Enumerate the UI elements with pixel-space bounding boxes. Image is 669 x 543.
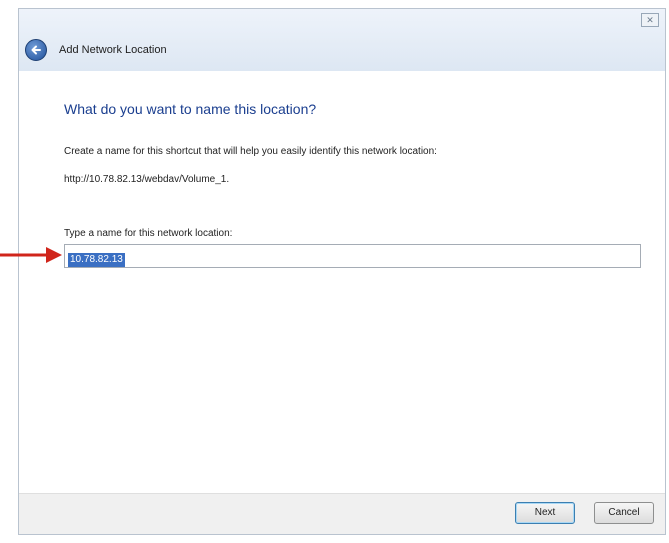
next-button[interactable]: Next [515, 502, 575, 524]
wizard-title: Add Network Location [59, 44, 167, 56]
close-button[interactable]: ✕ [641, 13, 659, 27]
back-arrow-icon [31, 45, 41, 55]
name-field-label: Type a name for this network location: [64, 228, 233, 239]
cancel-button[interactable]: Cancel [594, 502, 654, 524]
location-name-input[interactable]: 10.78.82.13 [64, 244, 641, 268]
title-bar: ✕ Add Network Location [19, 9, 665, 71]
back-button[interactable] [25, 39, 47, 61]
button-bar: Next Cancel [19, 493, 665, 534]
network-location-url: http://10.78.82.13/webdav/Volume_1. [64, 174, 230, 185]
add-network-location-dialog: ✕ Add Network Location What do you want … [18, 8, 666, 535]
instruction-text: Create a name for this shortcut that wil… [64, 146, 437, 157]
red-arrow-icon [0, 247, 62, 263]
close-icon: ✕ [646, 15, 654, 25]
page-heading: What do you want to name this location? [64, 101, 317, 117]
selected-name-text: 10.78.82.13 [68, 253, 125, 267]
